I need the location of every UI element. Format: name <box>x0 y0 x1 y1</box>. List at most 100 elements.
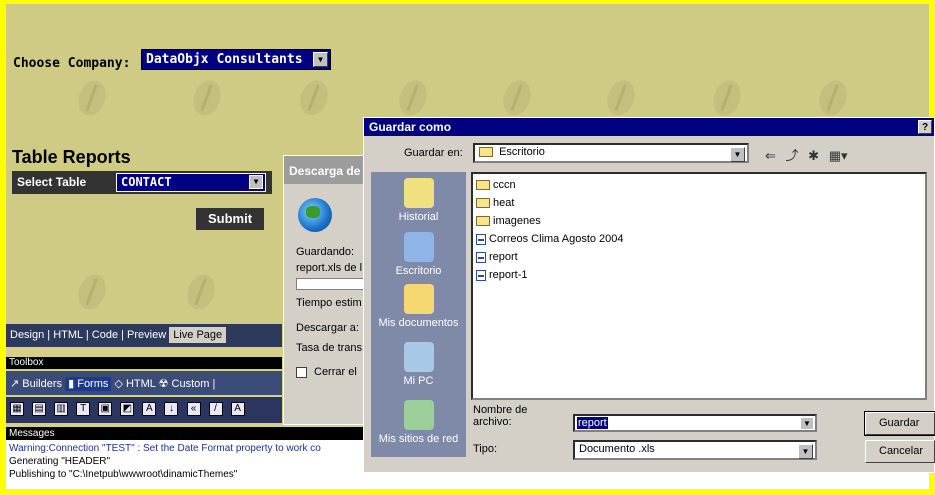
chevron-down-icon[interactable]: ▼ <box>798 444 813 459</box>
file-type-label: Tipo: <box>473 443 498 455</box>
save-in-label: Guardar en: <box>404 147 463 159</box>
view-menu-icon[interactable]: ▦▾ <box>829 148 848 163</box>
list-tool-icon[interactable]: ▥ <box>54 402 69 416</box>
new-folder-icon[interactable]: ✱ <box>808 148 819 163</box>
download-to-label: Descargar a: <box>296 322 359 334</box>
font-tool-icon[interactable]: A <box>230 402 245 416</box>
list-item[interactable]: imagenes <box>476 212 922 230</box>
tab-builders[interactable]: Builders <box>22 378 62 390</box>
place-label: Mis documentos <box>378 317 459 329</box>
file-name: heat <box>493 197 515 209</box>
close-when-done-label: Cerrar el <box>314 366 357 378</box>
italic-tool-icon[interactable]: / <box>208 402 223 416</box>
list-item[interactable]: cccn <box>476 176 922 194</box>
chevron-down-icon[interactable]: ▼ <box>730 147 745 162</box>
select-table-label: Select Table <box>17 175 87 189</box>
sort-tool-icon[interactable]: ↓ <box>164 402 179 416</box>
place-escritorio[interactable]: Escritorio <box>371 232 466 277</box>
chevron-down-icon[interactable]: ▼ <box>313 52 328 67</box>
view-tabs: Design | HTML | Code | Preview Live Page <box>6 324 282 347</box>
table-select[interactable]: CONTACT ▼ <box>116 173 266 192</box>
link-tool-icon[interactable]: « <box>186 402 201 416</box>
bean-decoration <box>182 270 220 314</box>
page-title: Table Reports <box>12 147 131 167</box>
table-tool-icon[interactable]: ▦ <box>10 402 24 416</box>
save-in-select[interactable]: Escritorio ▼ <box>473 143 749 163</box>
bean-decoration <box>73 76 111 120</box>
tab-live-page[interactable]: Live Page <box>169 327 227 343</box>
folder-icon <box>476 198 490 209</box>
chevron-down-icon[interactable]: ▼ <box>249 175 263 189</box>
file-name: cccn <box>493 179 516 191</box>
list-item[interactable]: report-1 <box>476 266 922 284</box>
computer-icon <box>403 342 434 372</box>
html-icon: ◇ <box>114 378 123 390</box>
bean-decoration <box>295 76 333 120</box>
download-dialog-title: Descarga de <box>284 156 372 184</box>
document-icon <box>476 269 486 281</box>
save-as-title: Guardar como <box>369 120 452 134</box>
file-type-value: Documento .xls <box>579 443 655 455</box>
document-icon <box>476 251 486 263</box>
list-item[interactable]: heat <box>476 194 922 212</box>
navigation-toolbar: ⇐ ⤴ ✱ ▦▾ <box>765 145 854 164</box>
submit-button[interactable]: Submit <box>196 208 264 230</box>
company-select[interactable]: DataObjx Consultants ▼ <box>141 49 331 70</box>
place-mi-pc[interactable]: Mi PC <box>371 342 466 387</box>
choose-company-label: Choose Company: <box>13 56 131 71</box>
tab-design[interactable]: Design <box>10 329 44 341</box>
folder-icon <box>479 147 493 158</box>
bean-decoration <box>188 76 226 120</box>
saving-file: report.xls de l <box>296 262 363 274</box>
back-icon[interactable]: ⇐ <box>765 148 776 163</box>
list-item[interactable]: report <box>476 248 922 266</box>
text-tool-icon[interactable]: A <box>142 402 157 416</box>
download-dialog: Descarga de Guardando: report.xls de l T… <box>283 155 376 425</box>
textbox-tool-icon[interactable]: T <box>76 402 91 416</box>
time-estimate-label: Tiempo estim <box>296 297 362 309</box>
document-icon <box>476 233 486 245</box>
file-list[interactable]: cccn heat imagenes Correos Clima Agosto … <box>471 172 927 400</box>
place-historial[interactable]: Historial <box>371 178 466 223</box>
image-tool-icon[interactable]: ◩ <box>120 402 135 416</box>
place-label: Historial <box>398 211 439 223</box>
table-select-value: CONTACT <box>121 175 172 189</box>
form-tool-icon[interactable]: ▣ <box>98 402 113 416</box>
close-when-done-checkbox[interactable] <box>296 367 307 378</box>
toolbox-icons: ▦ ▤ ▥ T ▣ ◩ A ↓ « / A <box>6 397 282 423</box>
filename-value: report <box>577 417 608 429</box>
chevron-down-icon[interactable]: ▼ <box>800 417 814 430</box>
filename-input[interactable]: report ▼ <box>573 414 817 432</box>
filename-label: Nombre de archivo: <box>473 404 528 428</box>
transfer-rate-label: Tasa de trans <box>296 342 363 354</box>
tab-code[interactable]: Code <box>92 329 118 341</box>
tab-custom[interactable]: Custom <box>172 378 210 390</box>
toolbox-title: Toolbox <box>6 357 282 369</box>
file-name: report-1 <box>489 269 528 281</box>
place-mis-documentos[interactable]: Mis documentos <box>371 284 466 329</box>
save-in-value: Escritorio <box>499 146 545 158</box>
tab-html[interactable]: HTML <box>53 329 83 341</box>
tab-forms[interactable]: Forms <box>77 378 108 390</box>
list-item[interactable]: Correos Clima Agosto 2004 <box>476 230 922 248</box>
save-as-dialog: Guardar como ? Guardar en: Escritorio ▼ … <box>363 117 935 473</box>
place-mis-sitios-de-red[interactable]: Mis sitios de red <box>371 400 466 445</box>
tab-preview[interactable]: Preview <box>127 329 166 341</box>
up-folder-icon[interactable]: ⤴ <box>786 148 799 163</box>
company-select-value: DataObjx Consultants <box>146 52 303 67</box>
save-button[interactable]: Guardar <box>864 411 935 436</box>
help-button[interactable]: ? <box>918 120 932 134</box>
network-icon <box>403 400 434 430</box>
custom-icon: ☢ <box>158 378 169 390</box>
forms-icon: ▮ <box>68 378 75 390</box>
tab-html-tools[interactable]: HTML <box>126 378 156 390</box>
grid-tool-icon[interactable]: ▤ <box>32 402 47 416</box>
bean-decoration <box>73 270 111 314</box>
saving-label: Guardando: <box>296 246 355 258</box>
cancel-button[interactable]: Cancelar <box>865 440 935 463</box>
wand-icon: ↗ <box>10 378 20 390</box>
file-type-select[interactable]: Documento .xls ▼ <box>573 440 817 460</box>
toolbox-tabs: ↗ Builders ▮ Forms ◇ HTML ☢ Custom | <box>6 371 282 395</box>
places-bar: Historial Escritorio Mis documentos Mi P… <box>371 172 466 457</box>
file-name: Correos Clima Agosto 2004 <box>489 233 624 245</box>
